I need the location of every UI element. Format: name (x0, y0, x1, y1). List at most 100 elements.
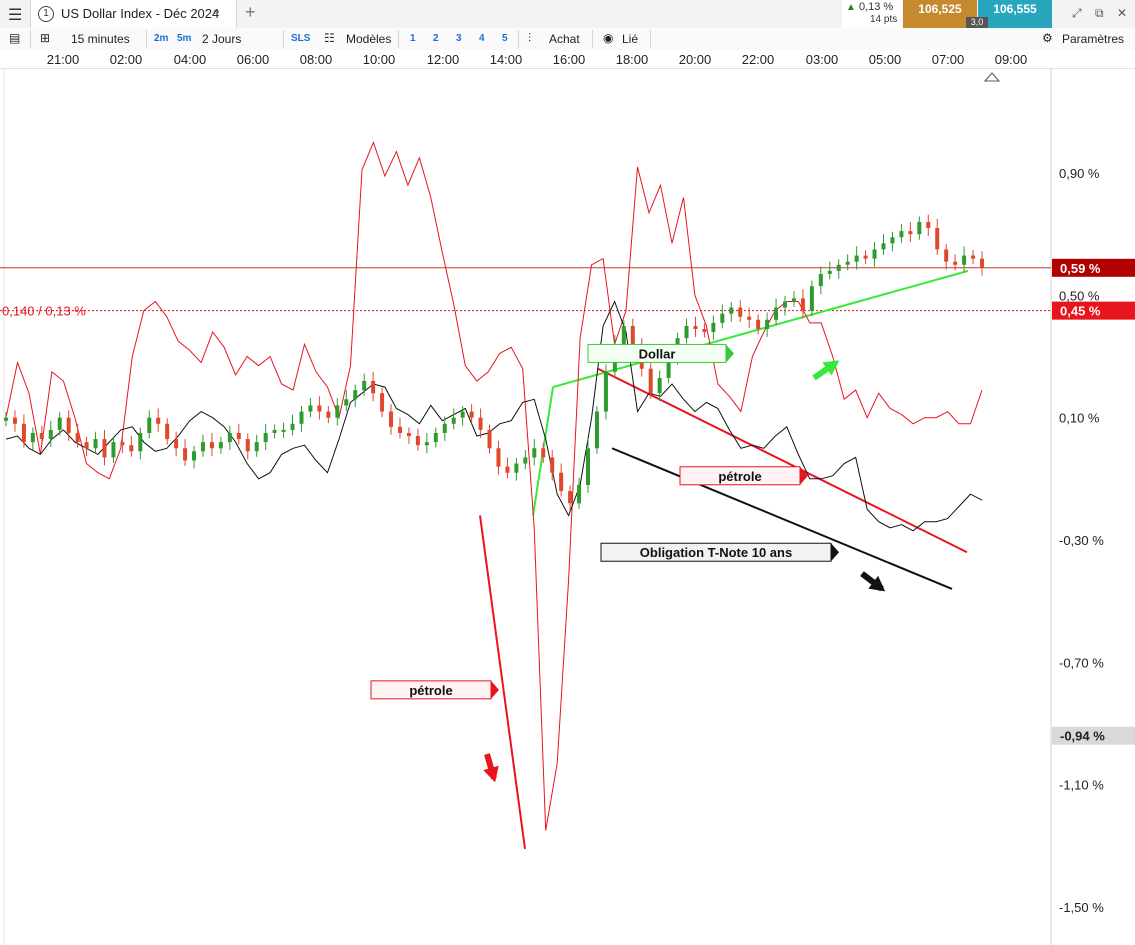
candle-body (84, 442, 89, 449)
range-select[interactable]: 2 Jours (202, 32, 241, 46)
layout-1-button[interactable]: 1 (410, 33, 416, 44)
time-tick: 09:00 (994, 52, 1028, 67)
sls-button[interactable]: SLS (291, 33, 310, 44)
candle-body (532, 448, 537, 458)
candle-body (953, 261, 958, 265)
candle-body (308, 405, 313, 412)
candle-body (263, 432, 268, 443)
layout-5-button[interactable]: 5 (502, 33, 508, 44)
time-tick: 07:00 (931, 52, 965, 67)
settings-button[interactable]: Paramètres (1062, 32, 1124, 46)
candle-body (872, 249, 877, 259)
candle-body (469, 411, 474, 418)
list-icon[interactable]: ▤ (9, 31, 20, 45)
popout-icon[interactable]: ⧉ (1095, 6, 1104, 21)
eye-icon[interactable]: ◉ (603, 31, 613, 45)
layout-3-button[interactable]: 3 (456, 33, 462, 44)
time-tick: 03:00 (805, 52, 839, 67)
gear-icon[interactable]: ⚙ (1042, 31, 1053, 45)
instrument-title[interactable]: US Dollar Index - Déc 2024 (61, 6, 219, 21)
price-tag-label: 0,45 % (1060, 304, 1101, 319)
candle-body (39, 432, 44, 440)
candle-body (200, 442, 205, 452)
spread-badge: 3,0 (966, 17, 988, 28)
candle-body (460, 411, 465, 418)
candle-body (594, 411, 599, 449)
candle-body (791, 298, 796, 302)
annotation-label: Obligation T-Note 10 ans (600, 542, 839, 562)
price-chart[interactable]: 0,140 / 0,13 % Dollar pétrole pétrole Oblig… (0, 69, 1135, 945)
layout-2-button[interactable]: 2 (433, 33, 439, 44)
time-cursor-cap (985, 69, 999, 72)
tab-bar: ☰ 1 US Dollar Index - Déc 2024 ⌕ + ▲ 0,1… (0, 0, 1135, 29)
annotation-label: pétrole (370, 680, 499, 700)
timeframe-2m-button[interactable]: 2m (154, 33, 168, 44)
candle-body (93, 439, 98, 449)
time-tick: 18:00 (615, 52, 649, 67)
expand-icon[interactable]: ⤢ (1072, 6, 1082, 21)
timeframe-select[interactable]: 15 minutes (71, 32, 130, 46)
candle-body (603, 371, 608, 412)
candle-body (827, 270, 832, 274)
candle-body (254, 442, 259, 452)
candle-body (21, 423, 26, 443)
candle-body (863, 255, 868, 259)
candle-body (765, 319, 770, 329)
time-tick: 14:00 (489, 52, 523, 67)
candle-body (236, 432, 241, 440)
time-tick: 10:00 (362, 52, 396, 67)
hamburger-menu-icon[interactable]: ☰ (8, 5, 22, 25)
candle-body (962, 255, 967, 265)
candle-body (684, 325, 689, 339)
buy-price-button[interactable]: 106,555 (978, 0, 1052, 28)
candle-body (48, 429, 53, 440)
candle-body (935, 228, 940, 250)
models-button[interactable]: Modèles (346, 32, 391, 46)
close-icon[interactable]: ✕ (1117, 6, 1127, 20)
annotation-text: Obligation T-Note 10 ans (640, 545, 792, 560)
price-tick-label: 0,50 % (1059, 288, 1100, 303)
search-icon[interactable]: ⌕ (212, 3, 220, 20)
price-tick-label: -0,70 % (1059, 655, 1104, 670)
candle-body (586, 448, 591, 485)
add-tab-icon[interactable]: + (245, 2, 256, 23)
change-percent-value: 0,13 % (858, 1, 894, 13)
candle-body (478, 417, 483, 430)
buy-button[interactable]: Achat (549, 32, 580, 46)
buy-chart-icon[interactable]: ⫶ (528, 31, 531, 46)
candle-body (281, 429, 286, 432)
candle-body (845, 261, 850, 265)
candle-body (442, 423, 447, 433)
candle-body (729, 307, 734, 314)
candle-body (111, 442, 116, 458)
candle-body (192, 451, 197, 461)
candle-body (783, 301, 788, 308)
candle-body (218, 442, 223, 449)
candle-body (809, 286, 814, 311)
time-tick: 06:00 (236, 52, 270, 67)
layout-4-button[interactable]: 4 (479, 33, 485, 44)
layout-grid-icon[interactable]: ⊞ (40, 31, 50, 45)
candle-body (550, 457, 555, 473)
candle-body (738, 307, 743, 317)
candle-body (299, 411, 304, 424)
models-icon[interactable]: ☷ (324, 31, 335, 45)
reference-line-label: 0,140 / 0,13 % (2, 304, 86, 319)
chart-toolbar: ▤ ⊞ 15 minutes 2m 5m 2 Jours SLS ☷ Modèl… (0, 28, 1135, 51)
candle-body (487, 429, 492, 449)
candle-body (245, 439, 250, 452)
candle-body (371, 380, 376, 394)
time-tick: 05:00 (868, 52, 902, 67)
time-tick: 02:00 (109, 52, 143, 67)
time-tick: 08:00 (299, 52, 333, 67)
timeframe-5m-button[interactable]: 5m (177, 33, 191, 44)
candle-body (800, 298, 805, 311)
candle-body (209, 442, 214, 449)
price-tag-label: 0,59 % (1060, 261, 1101, 276)
candle-body (4, 417, 8, 421)
price-tick-label: 0,90 % (1059, 166, 1100, 181)
linked-button[interactable]: Lié (622, 32, 638, 46)
candle-body (944, 249, 949, 262)
candle-body (147, 417, 152, 433)
candle-body (908, 231, 913, 235)
